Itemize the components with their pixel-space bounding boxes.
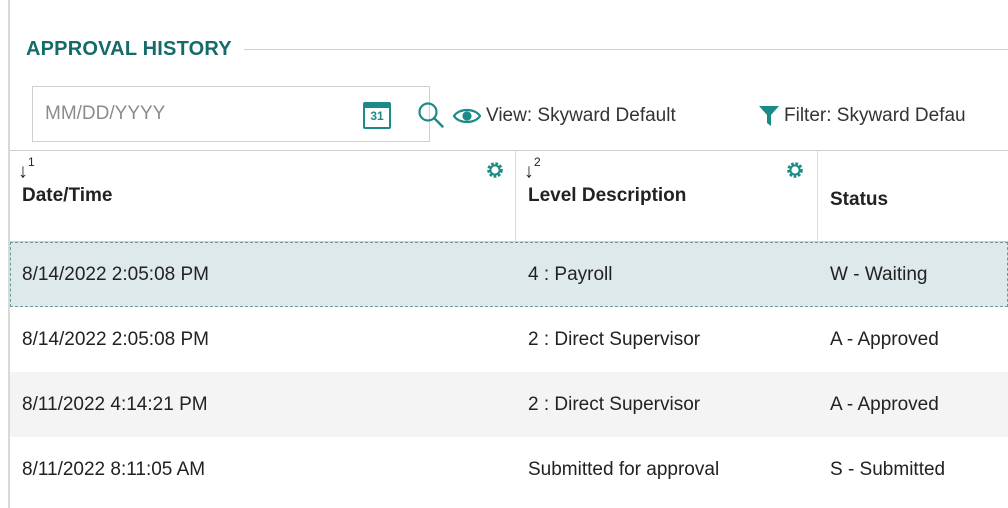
toolbar: 31 View: Skyward Default Filter: Skyward…: [0, 82, 1008, 146]
sort-order-number: 1: [28, 155, 35, 169]
sort-indicator: ↓1: [18, 155, 35, 183]
cell-date-time: 8/11/2022 4:14:21 PM: [22, 393, 208, 415]
calendar-day-label: 31: [370, 109, 384, 123]
cell-status: A - Approved: [830, 393, 939, 415]
sort-down-arrow-icon: ↓: [524, 160, 534, 183]
search-icon[interactable]: [417, 101, 445, 129]
filter-label: Filter: Skyward Defau: [784, 105, 966, 126]
sort-indicator: ↓2: [524, 155, 541, 183]
cell-level-description: 2 : Direct Supervisor: [528, 328, 701, 350]
cell-level-description: Submitted for approval: [528, 458, 720, 480]
column-header-status[interactable]: Status: [818, 151, 1008, 242]
view-selector[interactable]: View: Skyward Default: [452, 100, 676, 132]
column-header-level-description[interactable]: ↓2 Level Description: [516, 151, 818, 242]
table-row[interactable]: 8/11/2022 4:14:21 PM 2 : Direct Supervis…: [10, 372, 1008, 437]
eye-icon: [452, 108, 482, 124]
date-input[interactable]: [45, 99, 325, 129]
funnel-icon: [759, 106, 779, 126]
approval-history-table: ↓1 Date/Time ↓2 Level Description Status…: [10, 150, 1008, 502]
gear-icon[interactable]: [486, 161, 504, 179]
table-row[interactable]: 8/14/2022 2:05:08 PM 4 : Payroll W - Wai…: [10, 242, 1008, 307]
cell-date-time: 8/14/2022 2:05:08 PM: [22, 328, 209, 350]
cell-date-time: 8/11/2022 8:11:05 AM: [22, 458, 206, 480]
table-row[interactable]: 8/14/2022 2:05:08 PM 2 : Direct Supervis…: [10, 307, 1008, 372]
sort-down-arrow-icon: ↓: [18, 160, 28, 183]
cell-status: A - Approved: [830, 328, 939, 350]
section-header: APPROVAL HISTORY: [26, 34, 1008, 64]
sort-order-number: 2: [534, 155, 541, 169]
view-label: View: Skyward Default: [486, 105, 676, 126]
column-header-label: Date/Time: [22, 185, 113, 206]
column-header-label: Status: [830, 189, 889, 210]
table-row[interactable]: 8/11/2022 8:11:05 AM Submitted for appro…: [10, 437, 1008, 502]
date-search-box: 31: [32, 86, 444, 142]
cell-level-description: 2 : Direct Supervisor: [528, 393, 701, 415]
filter-selector[interactable]: Filter: Skyward Defau: [758, 100, 966, 132]
column-header-label: Level Description: [528, 185, 687, 206]
column-header-date-time[interactable]: ↓1 Date/Time: [10, 151, 516, 242]
cell-level-description: 4 : Payroll: [528, 263, 613, 285]
gear-icon[interactable]: [786, 161, 804, 179]
section-divider: [243, 48, 1008, 50]
cell-status: S - Submitted: [830, 458, 946, 480]
calendar-icon[interactable]: 31: [363, 102, 391, 129]
cell-date-time: 8/14/2022 2:05:08 PM: [22, 263, 209, 285]
table-header-row: ↓1 Date/Time ↓2 Level Description Status: [10, 150, 1008, 242]
cell-status: W - Waiting: [830, 263, 928, 285]
section-title: APPROVAL HISTORY: [26, 37, 232, 60]
